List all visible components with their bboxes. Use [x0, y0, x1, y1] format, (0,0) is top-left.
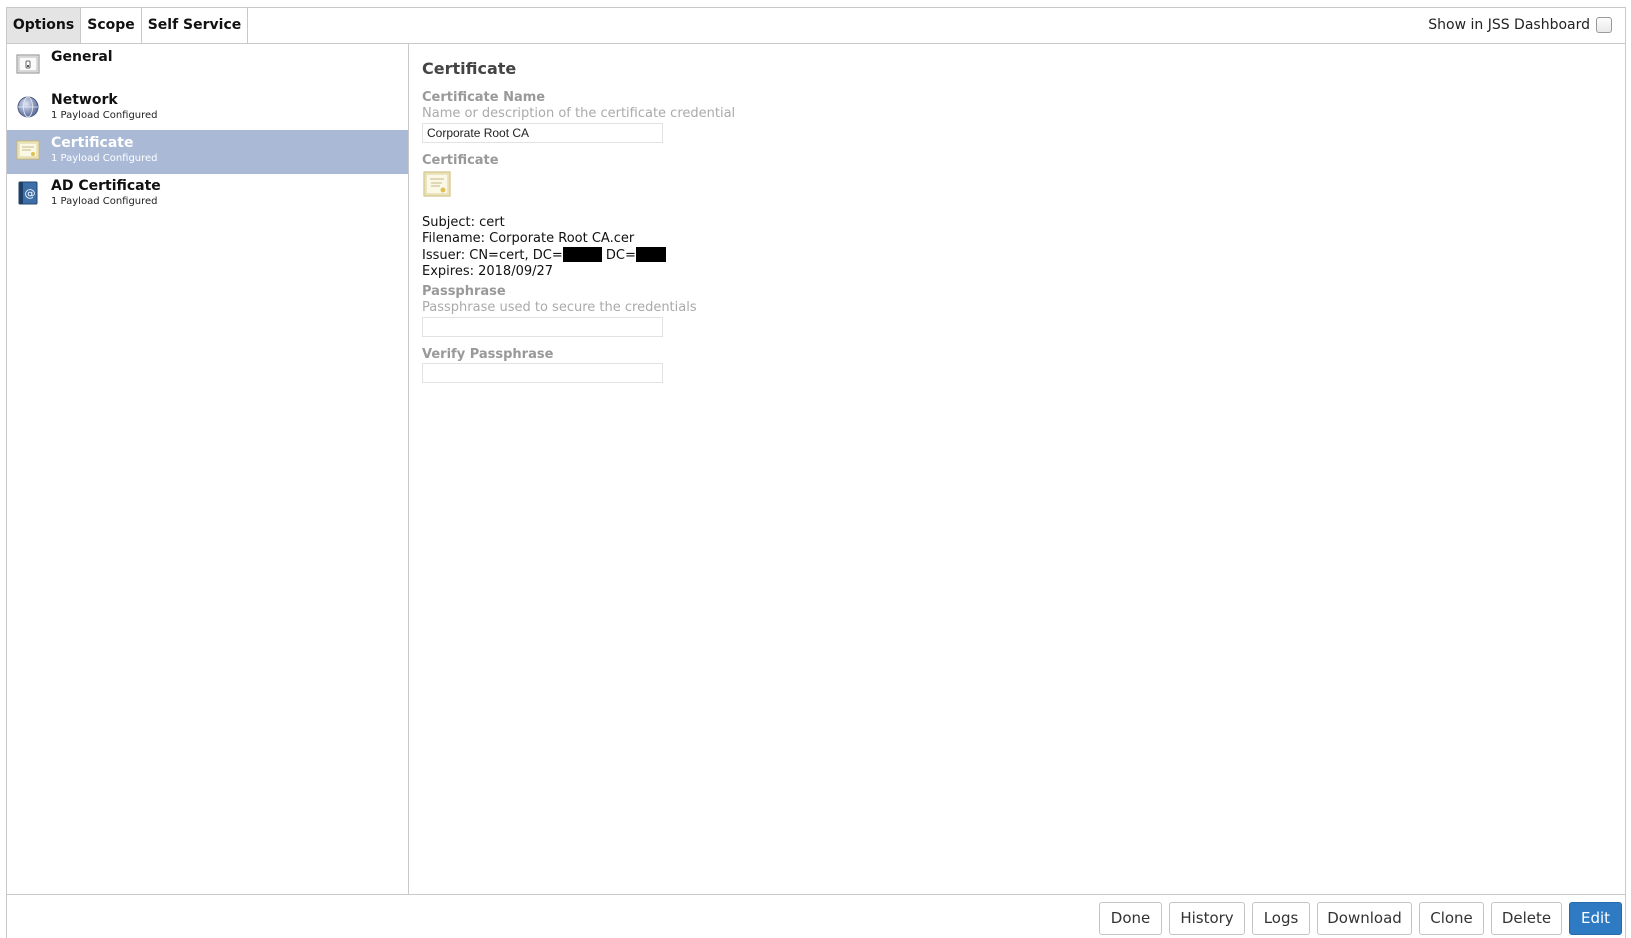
- sidebar-item-subtitle: 1 Payload Configured: [51, 196, 158, 207]
- payload-detail: Certificate Certificate Name Name or des…: [422, 44, 1602, 894]
- delete-button[interactable]: Delete: [1491, 902, 1562, 935]
- redaction-block: [562, 247, 602, 262]
- logs-button[interactable]: Logs: [1252, 902, 1310, 935]
- verify-passphrase-input[interactable]: [422, 363, 663, 383]
- dashboard-toggle[interactable]: Show in JSS Dashboard: [1428, 17, 1612, 33]
- done-button[interactable]: Done: [1099, 902, 1162, 935]
- cert-name-description: Name or description of the certificate c…: [422, 106, 736, 121]
- cert-expires: Expires: 2018/09/27: [422, 264, 554, 279]
- sidebar-item-certificate[interactable]: Certificate 1 Payload Configured: [7, 130, 408, 174]
- edit-button[interactable]: Edit: [1569, 902, 1622, 935]
- dashboard-checkbox[interactable]: [1596, 17, 1612, 33]
- tab-options[interactable]: Options: [7, 8, 81, 43]
- download-button[interactable]: Download: [1317, 902, 1412, 935]
- tab-scope[interactable]: Scope: [81, 8, 142, 43]
- sidebar-item-ad-certificate[interactable]: @ AD Certificate 1 Payload Configured: [7, 173, 408, 217]
- sidebar-item-title: Certificate: [51, 135, 134, 151]
- sidebar-item-subtitle: 1 Payload Configured: [51, 110, 158, 121]
- sidebar-item-general[interactable]: General: [7, 44, 408, 88]
- certificate-icon: [16, 138, 40, 162]
- sidebar-item-title: General: [51, 49, 113, 65]
- cert-issuer-mid: DC=: [601, 248, 636, 263]
- passphrase-label: Passphrase: [422, 284, 506, 299]
- svg-text:@: @: [25, 187, 36, 200]
- certificate-label: Certificate: [422, 153, 499, 168]
- action-bar: Done History Logs Download Clone Delete …: [7, 894, 1626, 938]
- payload-sidebar: General Network 1 Payload Configured Cer…: [7, 44, 409, 894]
- cert-filename: Filename: Corporate Root CA.cer: [422, 231, 635, 246]
- sidebar-item-title: Network: [51, 92, 118, 108]
- sidebar-item-network[interactable]: Network 1 Payload Configured: [7, 87, 408, 131]
- switch-icon: [16, 52, 40, 76]
- certificate-details: Subject: cert Filename: Corporate Root C…: [422, 215, 666, 280]
- verify-passphrase-label: Verify Passphrase: [422, 347, 554, 362]
- cert-issuer-prefix: Issuer: CN=cert, DC=: [422, 248, 563, 263]
- redaction-block: [635, 247, 666, 262]
- clone-button[interactable]: Clone: [1419, 902, 1484, 935]
- cert-name-input[interactable]: Corporate Root CA: [422, 123, 663, 143]
- cert-name-label: Certificate Name: [422, 90, 546, 105]
- cert-subject: Subject: cert: [422, 215, 505, 230]
- history-button[interactable]: History: [1169, 902, 1245, 935]
- globe-icon: [16, 95, 40, 119]
- address-book-icon: @: [16, 181, 40, 205]
- certificate-file-icon: [423, 170, 451, 198]
- passphrase-input[interactable]: [422, 317, 663, 337]
- sidebar-item-subtitle: 1 Payload Configured: [51, 153, 158, 164]
- dashboard-label: Show in JSS Dashboard: [1428, 17, 1590, 33]
- passphrase-description: Passphrase used to secure the credential…: [422, 300, 697, 315]
- page-title: Certificate: [422, 59, 517, 78]
- tab-bar: Options Scope Self Service Show in JSS D…: [6, 7, 1626, 44]
- tab-self-service[interactable]: Self Service: [142, 8, 248, 43]
- sidebar-item-title: AD Certificate: [51, 178, 161, 194]
- cert-issuer: Issuer: CN=cert, DC= DC=: [422, 247, 666, 264]
